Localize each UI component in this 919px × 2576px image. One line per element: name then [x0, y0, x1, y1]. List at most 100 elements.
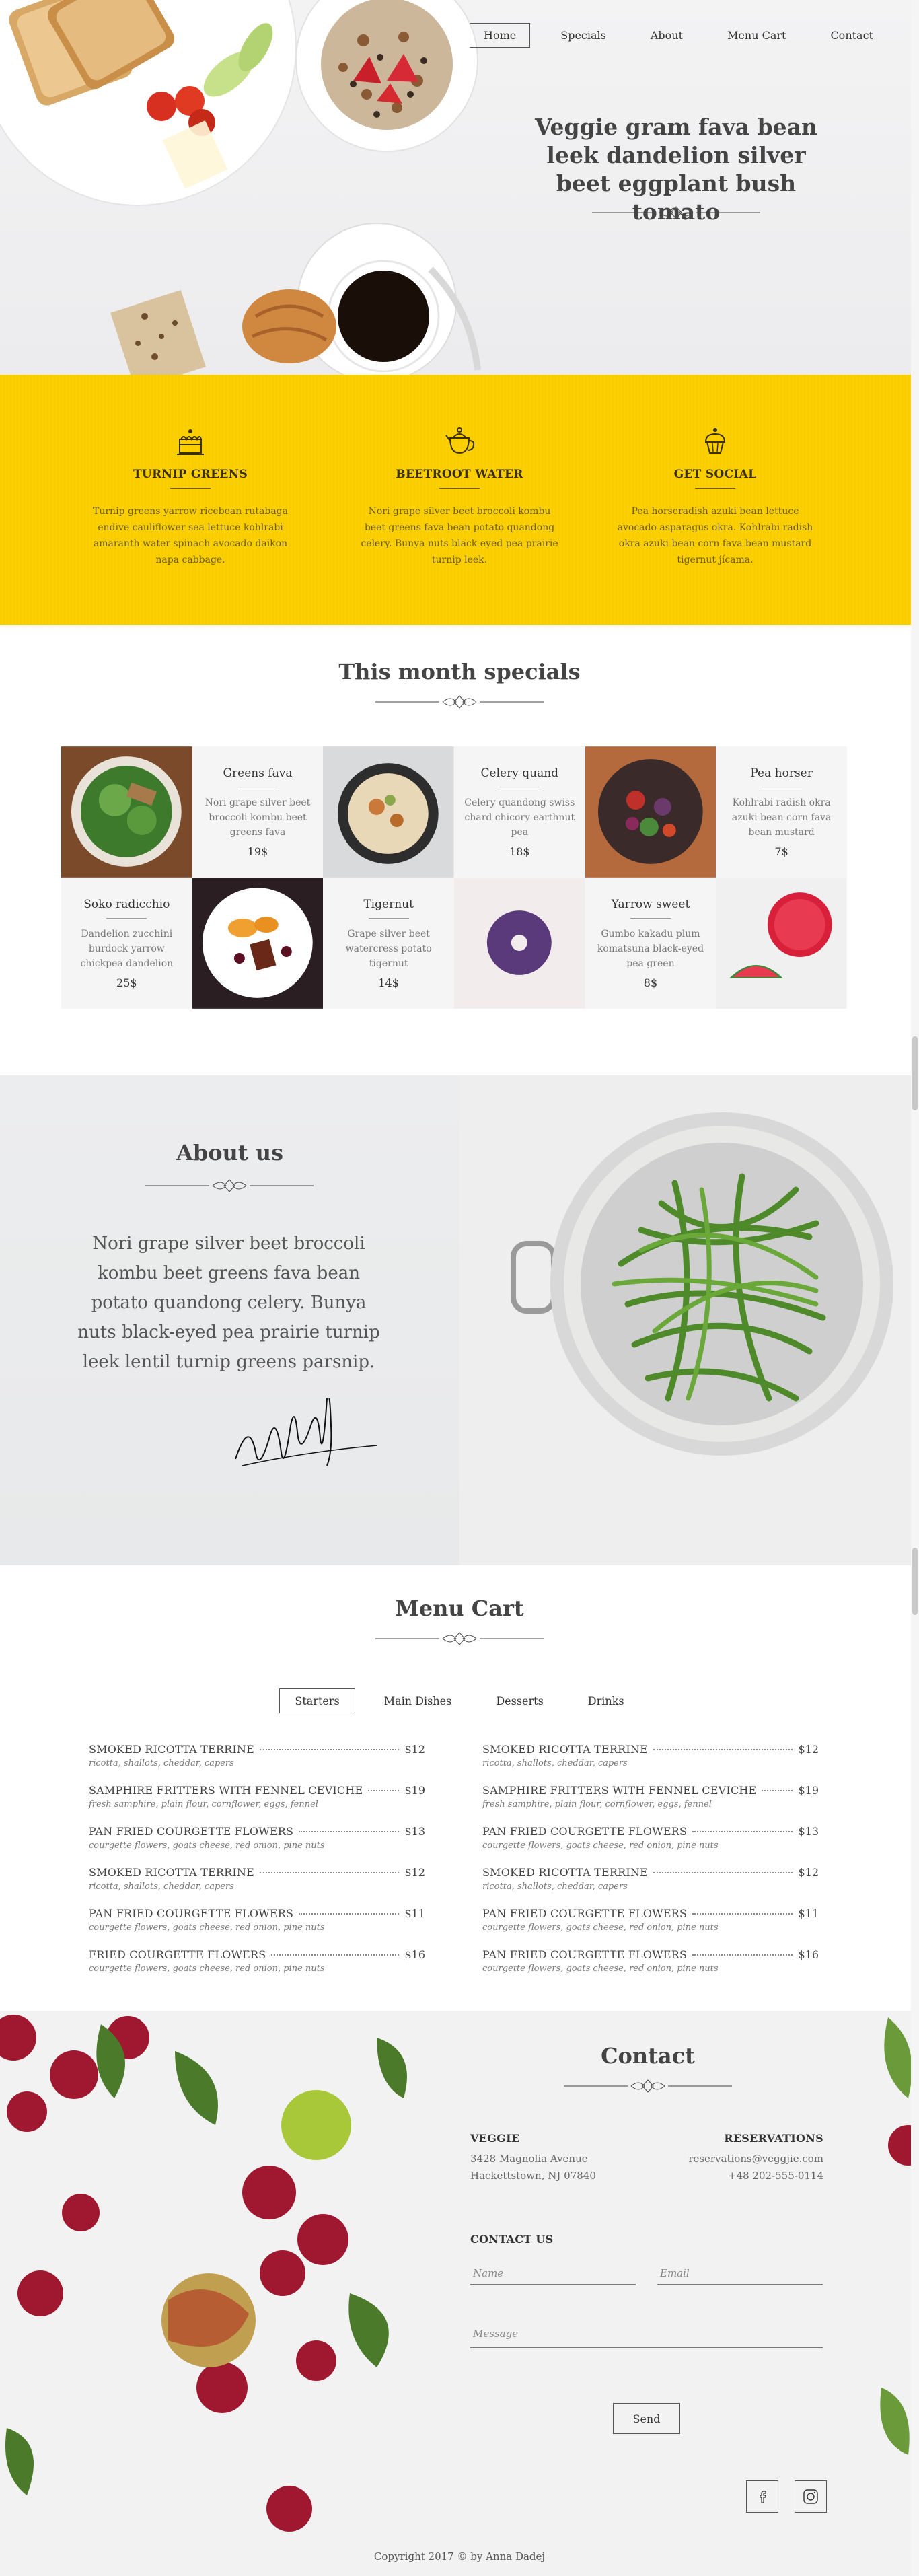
- ornament-divider: [375, 695, 544, 709]
- name-input[interactable]: [470, 2263, 636, 2283]
- veggie-bowl-photo: [585, 746, 716, 878]
- special-desc: Kohlrabi radish okra azuki bean corn fav…: [731, 797, 832, 838]
- menu-item: PAN FRIED COURGETTE FLOWERS $11 courgette…: [482, 1907, 819, 1948]
- address-line-1: 3428 Magnolia Avenue: [470, 2153, 588, 2165]
- menu-item-ingredients: fresh samphire, plain flour, cornflower,…: [482, 1799, 712, 1810]
- send-button[interactable]: Send: [613, 2403, 680, 2434]
- menu-item-price: $12: [798, 1743, 819, 1756]
- menu-item: PAN FRIED COURGETTE FLOWERS $13 courgette…: [89, 1825, 425, 1866]
- menu-item-name: PAN FRIED COURGETTE FLOWERS: [482, 1825, 688, 1838]
- menu-item-ingredients: courgette flowers, goats cheese, red oni…: [482, 1923, 719, 1933]
- feature-title: GET SOCIAL: [673, 468, 757, 481]
- ornament-divider: [592, 206, 760, 219]
- address-line-2: Hackettstown, NJ 07840: [470, 2170, 596, 2182]
- feature-beetroot-water: BEETROOT WATER Nori grape silver beet br…: [359, 422, 560, 568]
- special-card[interactable]: Greens fava Nori grape silver beet brocc…: [192, 746, 324, 878]
- tab-main-dishes[interactable]: Main Dishes: [369, 1688, 468, 1713]
- feature-text: Turnip greens yarrow ricebean rutabaga e…: [93, 506, 288, 565]
- features-section: TURNIP GREENS Turnip greens yarrow riceb…: [0, 375, 919, 625]
- green-beans-colander-photo: [511, 1112, 893, 1456]
- menu-item-price: $11: [798, 1907, 819, 1920]
- special-price: 14$: [378, 976, 399, 989]
- stew-pot-photo: [323, 746, 454, 878]
- menu-column-left: SMOKED RICOTTA TERRINE $12 ricotta, shall…: [89, 1743, 425, 1989]
- page-scrollbar[interactable]: [911, 0, 919, 2576]
- menu-item-price: $13: [798, 1825, 819, 1838]
- specials-title: This month specials: [338, 659, 581, 684]
- main-nav: Home Specials About Menu Cart Contact: [470, 22, 887, 48]
- watermelon-drink-photo: [716, 878, 847, 1009]
- about-image-panel: [459, 1075, 919, 1565]
- menu-item-name: SMOKED RICOTTA TERRINE: [482, 1743, 648, 1756]
- instagram-icon: [803, 2489, 818, 2504]
- scrollbar-thumb[interactable]: [912, 1036, 918, 1110]
- specials-grid: Greens fava Nori grape silver beet brocc…: [61, 746, 847, 1009]
- special-card[interactable]: Tigernut Grape silver beet watercress po…: [323, 878, 454, 1009]
- special-card[interactable]: Celery quand Celery quandong swiss chard…: [453, 746, 585, 878]
- menu-item-price: $11: [404, 1907, 425, 1920]
- special-price: 7$: [774, 845, 788, 858]
- nav-about[interactable]: About: [636, 23, 697, 48]
- name-field: [470, 2263, 636, 2285]
- menu-item: SMOKED RICOTTA TERRINE $12 ricotta, shall…: [482, 1866, 819, 1907]
- menu-section: Menu Cart Starters Main Dishes Desserts …: [0, 1565, 919, 2011]
- tab-desserts[interactable]: Desserts: [480, 1688, 558, 1713]
- menu-item-price: $12: [404, 1743, 425, 1756]
- divider: [170, 488, 211, 489]
- special-name: Greens fava: [223, 766, 293, 780]
- contact-section: Contact VEGGIE 3428 Magnolia Avenue Hack…: [0, 2011, 919, 2576]
- facebook-button[interactable]: [746, 2480, 778, 2513]
- feature-text: Pea horseradish azuki bean lettuce avoca…: [617, 506, 813, 565]
- email-field: [657, 2263, 823, 2285]
- menu-item: SMOKED RICOTTA TERRINE $12 ricotta, shall…: [482, 1743, 819, 1784]
- email-input[interactable]: [657, 2263, 823, 2283]
- special-name: Soko radicchio: [83, 898, 170, 911]
- ornament-divider: [145, 1179, 314, 1192]
- divider: [106, 918, 147, 919]
- menu-item-ingredients: ricotta, shallots, cheddar, capers: [89, 1882, 234, 1892]
- menu-item: SAMPHIRE FRITTERS WITH FENNEL CEVICHE $19…: [482, 1784, 819, 1825]
- feature-title: BEETROOT WATER: [396, 468, 523, 481]
- nav-contact[interactable]: Contact: [816, 23, 887, 48]
- about-title: About us: [176, 1140, 283, 1166]
- feature-text: Nori grape silver beet broccoli kombu be…: [361, 506, 558, 565]
- cupcake-icon: [704, 428, 726, 454]
- scrollbar-thumb[interactable]: [912, 1548, 918, 1615]
- reservations-phone[interactable]: +48 202-555-0114: [728, 2170, 823, 2182]
- menu-item-name: PAN FRIED COURGETTE FLOWERS: [482, 1907, 688, 1920]
- nav-home[interactable]: Home: [470, 22, 531, 48]
- special-card[interactable]: Pea horser Kohlrabi radish okra azuki be…: [716, 746, 847, 878]
- menu-item: SAMPHIRE FRITTERS WITH FENNEL CEVICHE $19…: [89, 1784, 425, 1825]
- special-name: Tigernut: [363, 898, 414, 911]
- menu-item-name: SAMPHIRE FRITTERS WITH FENNEL CEVICHE: [89, 1784, 363, 1797]
- message-input[interactable]: [470, 2324, 823, 2344]
- special-card[interactable]: Yarrow sweet Gumbo kakadu plum komatsuna…: [585, 878, 716, 1009]
- menu-item-ingredients: courgette flowers, goats cheese, red oni…: [482, 1964, 719, 1974]
- signature-image: [235, 1398, 377, 1466]
- nav-specials[interactable]: Specials: [546, 23, 620, 48]
- menu-item: PAN FRIED COURGETTE FLOWERS $16 courgette…: [482, 1948, 819, 1989]
- menu-item-name: SMOKED RICOTTA TERRINE: [482, 1866, 648, 1879]
- copyright-text: Copyright 2017 © by Anna Dadej: [373, 2550, 546, 2563]
- tab-drinks[interactable]: Drinks: [573, 1688, 640, 1713]
- reservations-email[interactable]: reservations@veggjie.com: [688, 2153, 823, 2165]
- about-section: About us Nori grape silver beet broccoli…: [0, 1075, 919, 1565]
- tab-starters[interactable]: Starters: [279, 1688, 355, 1713]
- menu-item-ingredients: courgette flowers, goats cheese, red oni…: [89, 1840, 325, 1851]
- cake-icon: [177, 429, 204, 455]
- divider: [630, 918, 671, 919]
- special-desc: Celery quandong swiss chard chicory eart…: [464, 797, 575, 838]
- nav-menu-cart[interactable]: Menu Cart: [713, 23, 800, 48]
- menu-item-price: $19: [404, 1784, 425, 1797]
- special-desc: Nori grape silver beet broccoli kombu be…: [205, 797, 311, 838]
- menu-item-price: $13: [404, 1825, 425, 1838]
- salad-photo: [61, 746, 192, 878]
- menu-item-ingredients: fresh samphire, plain flour, cornflower,…: [89, 1799, 318, 1810]
- instagram-button[interactable]: [795, 2480, 827, 2513]
- divider: [439, 488, 480, 489]
- special-price: 19$: [247, 845, 268, 858]
- special-card[interactable]: Soko radicchio Dandelion zucchini burdoc…: [61, 878, 192, 1009]
- special-price: 25$: [116, 976, 137, 989]
- menu-item-name: FRIED COURGETTE FLOWERS: [89, 1948, 266, 1961]
- menu-item-ingredients: ricotta, shallots, cheddar, capers: [482, 1758, 628, 1768]
